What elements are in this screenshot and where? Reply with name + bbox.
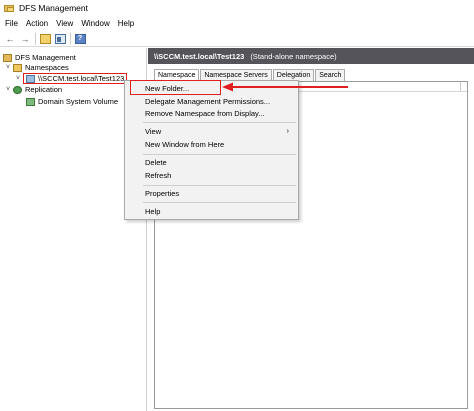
menu-separator [143,202,296,203]
selected-namespace-highlight[interactable]: \\SCCM.test.local\Test123 [23,73,128,84]
menu-separator [143,122,296,123]
tree-item-label: Replication [25,85,63,94]
menu-bar: File Action View Window Help [0,16,474,30]
menu-help[interactable]: Help [114,19,138,28]
namespace-path: \\SCCM.test.local\Test123 [154,51,245,61]
menu-item-properties[interactable]: Properties [145,188,179,199]
menu-item-new-window[interactable]: New Window from Here [145,139,224,150]
tree-item-label: Domain System Volume [38,97,119,106]
menu-item-refresh[interactable]: Refresh [145,170,171,181]
show-hide-tree-icon[interactable] [54,33,66,45]
tree-item-replication[interactable]: ˅ Replication [4,84,62,95]
menu-view[interactable]: View [52,19,77,28]
tree-item-label: \\SCCM.test.local\Test123 [38,74,125,83]
toolbar-separator [70,32,71,45]
help-icon[interactable]: ? [74,33,86,45]
dfs-management-icon [3,53,12,62]
toolbar-separator [35,32,36,45]
toolbar: ← → ? [0,31,474,47]
menu-separator [143,154,296,155]
title-bar: DFS Management [0,0,474,16]
replication-icon [13,85,22,94]
menu-file[interactable]: File [1,19,22,28]
namespace-icon [26,74,35,83]
replication-group-icon [26,97,35,106]
submenu-arrow-icon: › [286,128,289,135]
menu-item-label: View [145,127,162,136]
forward-arrow-icon[interactable]: → [19,33,31,45]
tree-item-label: DFS Management [15,53,76,62]
menu-window[interactable]: Window [77,19,113,28]
menu-item-remove-namespace[interactable]: Remove Namespace from Display... [145,108,264,119]
window-title: DFS Management [19,3,88,13]
column-header-end [460,82,467,91]
menu-item-delegate-permissions[interactable]: Delegate Management Permissions... [145,96,270,107]
menu-action[interactable]: Action [22,19,52,28]
tree-item-domain-system-volume[interactable]: Domain System Volume [26,96,118,107]
namespaces-icon [13,63,22,72]
context-menu: New Folder... Delegate Management Permis… [124,80,299,220]
menu-separator [143,185,296,186]
namespace-type: (Stand-alone namespace) [250,51,337,61]
menu-item-view[interactable]: View › [145,126,295,137]
tree-item-namespaces[interactable]: ˅ Namespaces [4,62,69,73]
tab-search[interactable]: Search [315,69,346,81]
new-folder-highlight [130,80,221,95]
dfs-app-icon [4,3,14,13]
tree-item-namespace[interactable]: ˅ \\SCCM.test.local\Test123 [14,73,128,84]
annotation-arrow-icon [222,82,348,92]
tree-item-label: Namespaces [25,63,69,72]
chevron-down-icon[interactable]: ˅ [14,75,22,82]
namespace-header: \\SCCM.test.local\Test123 (Stand-alone n… [148,48,474,64]
back-arrow-icon[interactable]: ← [4,33,16,45]
menu-item-delete[interactable]: Delete [145,157,167,168]
up-folder-icon[interactable] [39,33,51,45]
menu-item-help[interactable]: Help [145,206,160,217]
chevron-down-icon[interactable]: ˅ [4,86,12,93]
chevron-down-icon[interactable]: ˅ [4,64,12,71]
